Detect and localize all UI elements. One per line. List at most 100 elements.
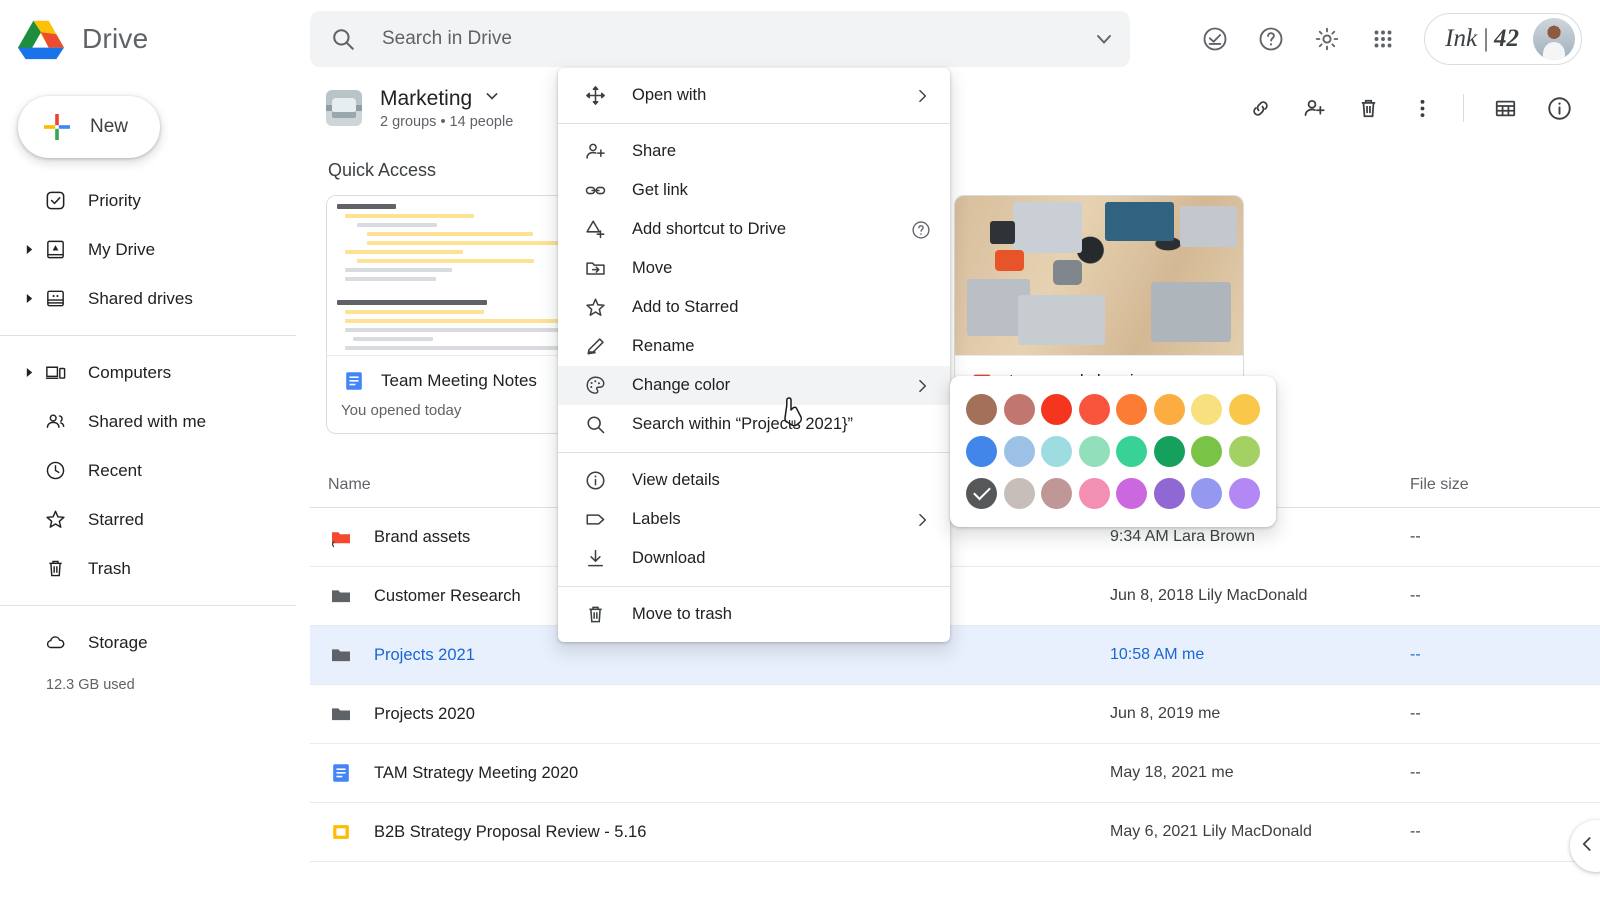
palette-row	[966, 478, 1260, 509]
color-swatch[interactable]	[1154, 436, 1185, 467]
account-chip[interactable]: Ink | 42	[1424, 13, 1582, 65]
chevron-down-icon[interactable]	[482, 86, 502, 112]
help-icon[interactable]	[1248, 16, 1294, 62]
info-icon[interactable]	[1536, 85, 1582, 131]
color-swatch[interactable]	[1041, 478, 1072, 509]
color-swatch[interactable]	[1191, 478, 1222, 509]
sidebar-item-label: My Drive	[88, 240, 155, 260]
color-swatch[interactable]	[1041, 436, 1072, 467]
menu-item-label: Download	[632, 549, 705, 568]
get-link-icon[interactable]	[1237, 85, 1283, 131]
menu-item-search-within[interactable]: Search within “Projects 2021}”	[558, 405, 950, 444]
sidebar-item-shared-drives[interactable]: Shared drives	[0, 274, 310, 323]
trash-icon[interactable]	[1345, 85, 1391, 131]
color-swatch[interactable]	[1229, 394, 1260, 425]
sidebar-item-computers[interactable]: Computers	[0, 348, 310, 397]
drive-logo-icon	[18, 18, 64, 60]
color-swatch[interactable]	[1191, 394, 1222, 425]
link-icon	[582, 179, 608, 202]
color-swatch[interactable]	[1079, 436, 1110, 467]
row-size: --	[1410, 646, 1570, 664]
color-swatch[interactable]	[1116, 394, 1147, 425]
submenu-chevron-icon	[912, 86, 932, 106]
sidebar-item-my-drive[interactable]: My Drive	[0, 225, 310, 274]
sidebar: New Priority	[0, 78, 310, 900]
search-bar[interactable]	[310, 11, 1130, 67]
folder-icon	[328, 583, 354, 609]
context-menu: Open with Share Get link	[558, 68, 950, 642]
menu-item-download[interactable]: Download	[558, 539, 950, 578]
sidebar-item-recent[interactable]: Recent	[0, 446, 310, 495]
table-row[interactable]: TAM Strategy Meeting 2020 May 18, 2021 m…	[310, 744, 1600, 803]
menu-item-view-details[interactable]: View details	[558, 461, 950, 500]
color-swatch[interactable]	[1079, 478, 1110, 509]
plus-icon	[42, 112, 72, 142]
submenu-chevron-icon	[912, 376, 932, 396]
color-swatch[interactable]	[1004, 394, 1035, 425]
gear-icon[interactable]	[1304, 16, 1350, 62]
color-swatch[interactable]	[1229, 478, 1260, 509]
sidebar-nav: Priority My Drive	[0, 176, 310, 693]
chevron-left-icon	[1576, 833, 1598, 860]
row-size: --	[1410, 764, 1570, 782]
breadcrumb-text: Marketing 2 groups • 14 people	[380, 86, 513, 130]
pencil-icon	[582, 335, 608, 358]
color-swatch[interactable]	[1004, 436, 1035, 467]
expand-arrow-icon[interactable]	[18, 367, 40, 378]
menu-item-open-with[interactable]: Open with	[558, 76, 950, 115]
chevron-down-icon[interactable]	[1092, 27, 1116, 51]
menu-item-change-color[interactable]: Change color	[558, 366, 950, 405]
color-swatch[interactable]	[966, 394, 997, 425]
menu-item-add-shortcut-to-drive[interactable]: Add shortcut to Drive	[558, 210, 950, 249]
new-button[interactable]: New	[18, 96, 160, 158]
color-swatch[interactable]	[1154, 478, 1185, 509]
color-swatch[interactable]	[1116, 478, 1147, 509]
column-file-size[interactable]: File size	[1410, 476, 1570, 494]
expand-arrow-icon[interactable]	[18, 293, 40, 304]
menu-item-add-to-starred[interactable]: Add to Starred	[558, 288, 950, 327]
sidebar-item-priority[interactable]: Priority	[0, 176, 310, 225]
color-swatch[interactable]	[1041, 394, 1072, 425]
cloud-icon	[40, 631, 70, 654]
expand-arrow-icon[interactable]	[18, 244, 40, 255]
color-swatch[interactable]	[966, 478, 997, 509]
color-swatch[interactable]	[1116, 436, 1147, 467]
menu-item-share[interactable]: Share	[558, 132, 950, 171]
menu-item-get-link[interactable]: Get link	[558, 171, 950, 210]
avatar[interactable]	[1533, 18, 1575, 60]
sidebar-item-shared-with-me[interactable]: Shared with me	[0, 397, 310, 446]
row-modified: Jun 8, 2018 Lily MacDonald	[1110, 587, 1410, 605]
menu-item-labels[interactable]: Labels	[558, 500, 950, 539]
color-palette-submenu	[950, 376, 1276, 527]
table-row[interactable]: B2B Strategy Proposal Review - 5.16 May …	[310, 803, 1600, 862]
table-row[interactable]: Projects 2020 Jun 8, 2019 me --	[310, 685, 1600, 744]
menu-item-label: Share	[632, 142, 676, 161]
clock-icon	[40, 459, 70, 482]
apps-grid-icon[interactable]	[1360, 16, 1406, 62]
app-brand[interactable]: Drive	[0, 18, 310, 60]
more-vert-icon[interactable]	[1399, 85, 1445, 131]
menu-item-move-to-trash[interactable]: Move to trash	[558, 595, 950, 634]
color-swatch[interactable]	[1004, 478, 1035, 509]
color-swatch[interactable]	[1079, 394, 1110, 425]
sidebar-item-starred[interactable]: Starred	[0, 495, 310, 544]
sidebar-item-storage[interactable]: Storage	[0, 618, 310, 667]
table-row-selected[interactable]: Projects 2021 10:58 AM me --	[310, 626, 1600, 685]
search-input[interactable]	[382, 28, 1084, 50]
page-title[interactable]: Marketing	[380, 86, 513, 112]
support-icon[interactable]	[1192, 16, 1238, 62]
my-drive-icon	[40, 238, 70, 261]
row-size: --	[1410, 705, 1570, 723]
menu-item-rename[interactable]: Rename	[558, 327, 950, 366]
color-swatch[interactable]	[1154, 394, 1185, 425]
help-icon[interactable]	[910, 219, 932, 241]
menu-item-move[interactable]: Move	[558, 249, 950, 288]
color-swatch[interactable]	[966, 436, 997, 467]
menu-item-label: View details	[632, 471, 720, 490]
color-swatch[interactable]	[1229, 436, 1260, 467]
sidebar-item-trash[interactable]: Trash	[0, 544, 310, 593]
add-person-icon[interactable]	[1291, 85, 1337, 131]
grid-view-icon[interactable]	[1482, 85, 1528, 131]
color-swatch[interactable]	[1191, 436, 1222, 467]
table-row[interactable]: Customer Research Jun 8, 2018 Lily MacDo…	[310, 567, 1600, 626]
